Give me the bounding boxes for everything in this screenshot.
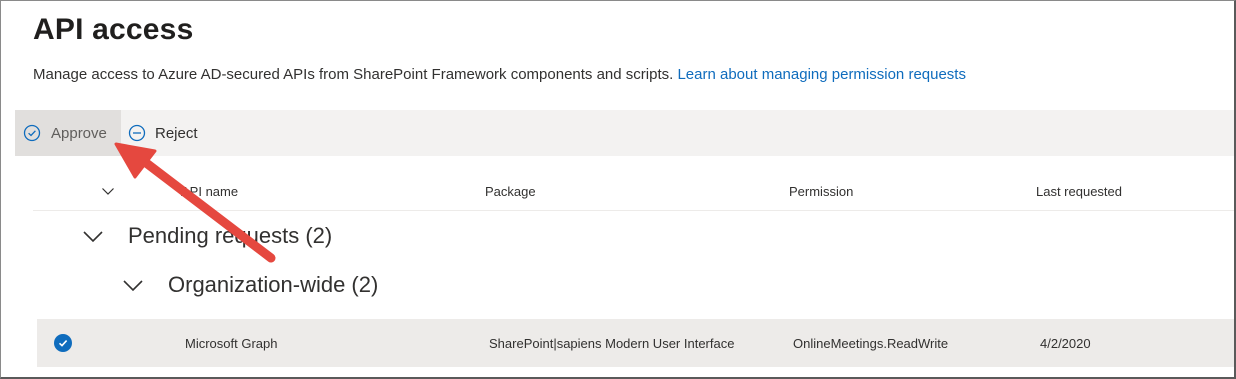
approve-label: Approve — [51, 124, 107, 142]
api-access-page: API access Manage access to Azure AD-sec… — [0, 0, 1236, 379]
table-row[interactable]: Microsoft Graph SharePoint|sapiens Moder… — [37, 319, 1234, 367]
cell-api-name: Microsoft Graph — [185, 336, 278, 351]
group-label: Organization-wide (2) — [168, 272, 379, 297]
page-description: Manage access to Azure AD-secured APIs f… — [33, 66, 966, 83]
cell-permission: OnlineMeetings.ReadWrite — [793, 336, 949, 351]
column-header-permission[interactable]: Permission — [789, 184, 853, 199]
column-header-api-name[interactable]: API name — [181, 184, 238, 199]
description-text: Manage access to Azure AD-secured APIs f… — [33, 66, 674, 83]
column-header-last-requested[interactable]: Last requested — [1036, 184, 1122, 199]
group-label: Pending requests (2) — [128, 223, 333, 248]
reject-button[interactable]: Reject — [128, 110, 198, 156]
approve-button[interactable]: Approve — [15, 110, 121, 156]
chevron-down-icon[interactable] — [82, 225, 104, 247]
command-bar: Approve Reject — [15, 110, 1234, 156]
chevron-down-icon[interactable] — [122, 274, 144, 296]
cell-package: SharePoint|sapiens Modern User Interface — [489, 336, 735, 351]
group-header-organization-wide[interactable]: Organization-wide (2) — [122, 272, 378, 298]
group-header-pending-requests[interactable]: Pending requests (2) — [82, 223, 332, 249]
minus-circle-icon — [128, 124, 146, 142]
collapse-all-chevron-down-icon[interactable] — [101, 184, 115, 198]
reject-label: Reject — [155, 124, 198, 142]
page-title: API access — [33, 13, 194, 46]
check-circle-icon — [23, 124, 41, 142]
cell-last-requested: 4/2/2020 — [1040, 336, 1091, 351]
column-header-package[interactable]: Package — [485, 184, 536, 199]
row-selected-checkmark-icon[interactable] — [54, 334, 72, 352]
table-header: API name Package Permission Last request… — [33, 171, 1234, 211]
learn-more-link[interactable]: Learn about managing permission requests — [677, 66, 966, 83]
